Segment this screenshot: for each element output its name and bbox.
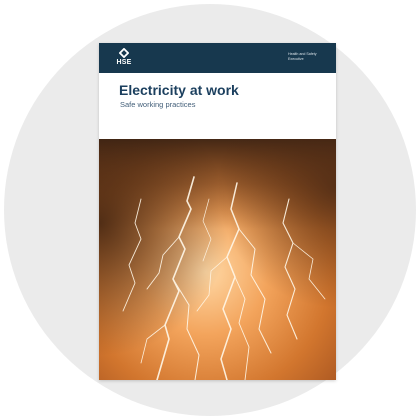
crown-emblem-icon	[119, 48, 129, 58]
hse-logo-text: HSE	[116, 59, 132, 66]
booklet-cover[interactable]: HSE Health and Safety Executive Electric…	[99, 43, 336, 380]
cover-subtitle: Safe working practices	[120, 100, 196, 109]
cover-title: Electricity at work	[119, 82, 239, 98]
title-area: Electricity at work Safe working practic…	[99, 73, 336, 139]
cover-header-band: HSE Health and Safety Executive	[99, 43, 336, 73]
hse-logo: HSE	[113, 48, 135, 69]
publisher-name: Health and Safety Executive	[288, 52, 317, 61]
lightning-storm-image	[99, 139, 336, 380]
thumbnail-stage: HSE Health and Safety Executive Electric…	[0, 0, 420, 420]
